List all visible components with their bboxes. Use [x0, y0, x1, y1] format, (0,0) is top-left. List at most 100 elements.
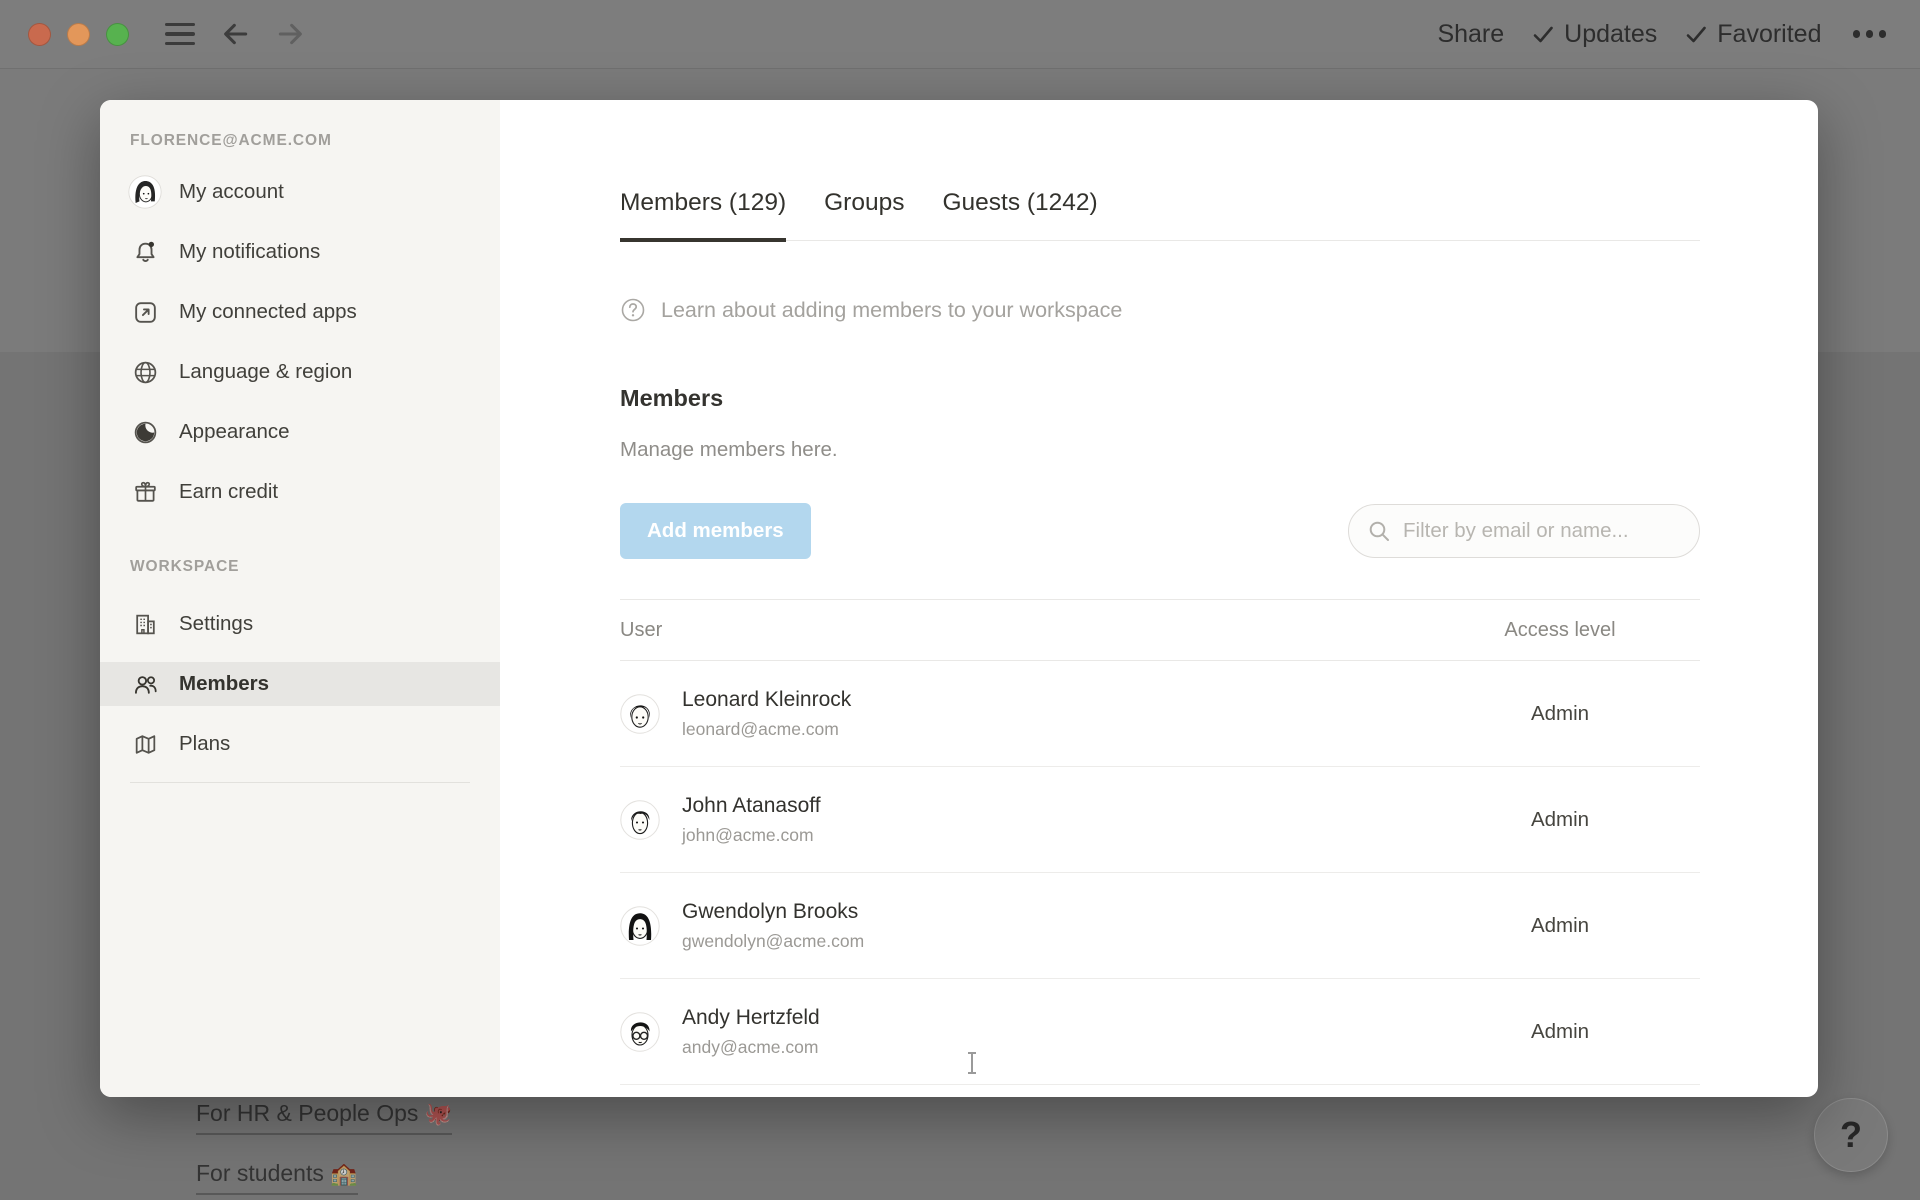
window-titlebar: Share Updates Favorited: [0, 0, 1920, 69]
sidebar-item-label: Appearance: [179, 420, 290, 444]
avatar: [620, 694, 660, 734]
filter-field[interactable]: [1348, 504, 1700, 558]
sidebar-item-label: My account: [179, 180, 284, 204]
bg-link-hr-people-ops[interactable]: For HR & People Ops 🐙: [196, 1100, 452, 1135]
sidebar-item-label: Language & region: [179, 360, 352, 384]
column-header-user: User: [620, 619, 1420, 642]
sidebar-item-label: Plans: [179, 732, 230, 756]
add-members-button[interactable]: Add members: [620, 503, 811, 559]
building-icon: [132, 611, 159, 638]
user-info: Andy Hertzfeld andy@acme.com: [682, 1005, 1420, 1058]
share-label: Share: [1437, 20, 1504, 49]
bg-link-students[interactable]: For students 🏫: [196, 1160, 358, 1195]
sidebar-item-earn-credit[interactable]: Earn credit: [100, 470, 500, 514]
sidebar-item-my-account[interactable]: My account: [100, 170, 500, 214]
updates-button[interactable]: Updates: [1531, 20, 1657, 49]
sidebar-item-my-notifications[interactable]: My notifications: [100, 230, 500, 274]
connected-apps-icon: [132, 299, 159, 326]
tab-members[interactable]: Members (129): [620, 188, 786, 240]
workspace-section-header: WORKSPACE: [130, 556, 500, 578]
tab-groups[interactable]: Groups: [824, 188, 904, 240]
table-row[interactable]: Leonard Kleinrock leonard@acme.com Admin: [620, 661, 1700, 767]
sidebar-item-plans[interactable]: Plans: [100, 722, 500, 766]
gift-icon: [132, 479, 159, 506]
people-icon: [132, 671, 159, 698]
sidebar-divider: [130, 782, 470, 783]
school-emoji: 🏫: [330, 1161, 357, 1186]
table-header: User Access level: [620, 599, 1700, 661]
learn-link-label: Learn about adding members to your works…: [661, 298, 1122, 323]
members-toolbar: Add members: [620, 503, 1700, 559]
table-row[interactable]: Andy Hertzfeld andy@acme.com Admin: [620, 979, 1700, 1085]
access-level-value[interactable]: Admin: [1420, 914, 1700, 938]
more-options-icon[interactable]: [1853, 30, 1887, 38]
map-icon: [132, 731, 159, 758]
members-table: User Access level Leonard Kleinrock leon…: [620, 599, 1700, 1085]
user-avatar-icon: [128, 175, 162, 209]
sidebar-item-settings[interactable]: Settings: [100, 602, 500, 646]
question-circle-icon: [620, 297, 646, 323]
minimize-window-button[interactable]: [67, 23, 90, 46]
help-label: ?: [1840, 1114, 1862, 1156]
zoom-window-button[interactable]: [106, 23, 129, 46]
moon-icon: [132, 419, 159, 446]
bg-link-label: For HR & People Ops: [196, 1100, 418, 1126]
filter-input[interactable]: [1403, 519, 1681, 543]
updates-label: Updates: [1564, 20, 1657, 49]
table-row[interactable]: Gwendolyn Brooks gwendolyn@acme.com Admi…: [620, 873, 1700, 979]
user-email: andy@acme.com: [682, 1037, 1420, 1058]
help-button[interactable]: ?: [1814, 1098, 1888, 1172]
user-name: Andy Hertzfeld: [682, 1005, 1420, 1031]
access-level-value[interactable]: Admin: [1420, 1020, 1700, 1044]
access-level-value[interactable]: Admin: [1420, 808, 1700, 832]
favorited-button[interactable]: Favorited: [1684, 20, 1821, 49]
share-button[interactable]: Share: [1437, 20, 1504, 49]
section-title: Members: [620, 383, 1700, 413]
octopus-emoji: 🐙: [425, 1101, 452, 1126]
check-icon: [1531, 22, 1555, 46]
user-name: Gwendolyn Brooks: [682, 899, 1420, 925]
members-page: Members (129) Groups Guests (1242) Learn…: [500, 100, 1818, 1097]
sidebar-item-label: Earn credit: [179, 480, 278, 504]
tab-guests[interactable]: Guests (1242): [942, 188, 1097, 240]
section-subtitle: Manage members here.: [620, 437, 1700, 463]
sidebar-item-label: Settings: [179, 612, 253, 636]
sidebar-item-label: My connected apps: [179, 300, 357, 324]
avatar: [620, 1012, 660, 1052]
sidebar-item-language-region[interactable]: Language & region: [100, 350, 500, 394]
settings-sidebar: FLORENCE@ACME.COM My account My notifica…: [100, 100, 500, 1097]
user-info: Leonard Kleinrock leonard@acme.com: [682, 687, 1420, 740]
sidebar-item-label: My notifications: [179, 240, 320, 264]
user-name: Leonard Kleinrock: [682, 687, 1420, 713]
learn-link[interactable]: Learn about adding members to your works…: [620, 297, 1122, 323]
search-icon: [1367, 519, 1391, 543]
user-name: John Atanasoff: [682, 793, 1420, 819]
close-window-button[interactable]: [28, 23, 51, 46]
column-header-access-level: Access level: [1420, 619, 1700, 642]
user-info: John Atanasoff john@acme.com: [682, 793, 1420, 846]
avatar: [620, 800, 660, 840]
traffic-lights: [28, 23, 129, 46]
table-row[interactable]: John Atanasoff john@acme.com Admin: [620, 767, 1700, 873]
sidebar-item-members[interactable]: Members: [100, 662, 500, 706]
settings-modal: FLORENCE@ACME.COM My account My notifica…: [100, 100, 1818, 1097]
globe-icon: [132, 359, 159, 386]
forward-icon[interactable]: [275, 18, 307, 50]
back-icon[interactable]: [219, 18, 251, 50]
user-email: john@acme.com: [682, 825, 1420, 846]
avatar: [620, 906, 660, 946]
tab-bar: Members (129) Groups Guests (1242): [620, 100, 1700, 241]
account-section-header: FLORENCE@ACME.COM: [130, 130, 500, 152]
text-cursor: [971, 1052, 973, 1074]
menu-icon[interactable]: [165, 23, 195, 46]
access-level-value[interactable]: Admin: [1420, 702, 1700, 726]
sidebar-item-appearance[interactable]: Appearance: [100, 410, 500, 454]
user-email: gwendolyn@acme.com: [682, 931, 1420, 952]
check-icon: [1684, 22, 1708, 46]
user-email: leonard@acme.com: [682, 719, 1420, 740]
sidebar-item-my-connected-apps[interactable]: My connected apps: [100, 290, 500, 334]
user-info: Gwendolyn Brooks gwendolyn@acme.com: [682, 899, 1420, 952]
bg-link-label: For students: [196, 1160, 324, 1186]
favorited-label: Favorited: [1717, 20, 1821, 49]
bell-icon: [132, 239, 159, 266]
